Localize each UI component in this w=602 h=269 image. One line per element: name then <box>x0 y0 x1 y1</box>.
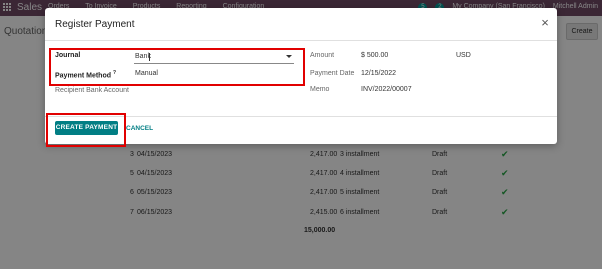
amount-label: Amount <box>310 52 335 59</box>
highlight-create-payment <box>46 113 126 147</box>
memo-label: Memo <box>310 86 330 93</box>
payment-date-label: Payment Date <box>310 70 355 77</box>
currency-field[interactable]: USD <box>456 52 471 59</box>
close-icon[interactable]: × <box>539 16 551 29</box>
header-divider <box>45 40 557 41</box>
cancel-button[interactable]: CANCEL <box>126 125 153 132</box>
amount-field[interactable]: $ 500.00 <box>361 52 388 59</box>
dialog-title: Register Payment <box>55 19 135 30</box>
memo-field[interactable]: INV/2022/00007 <box>361 86 412 93</box>
highlight-journal-method <box>49 48 305 86</box>
recipient-bank-label: Recipient Bank Account <box>55 87 129 94</box>
payment-date-field[interactable]: 12/15/2022 <box>361 70 396 77</box>
